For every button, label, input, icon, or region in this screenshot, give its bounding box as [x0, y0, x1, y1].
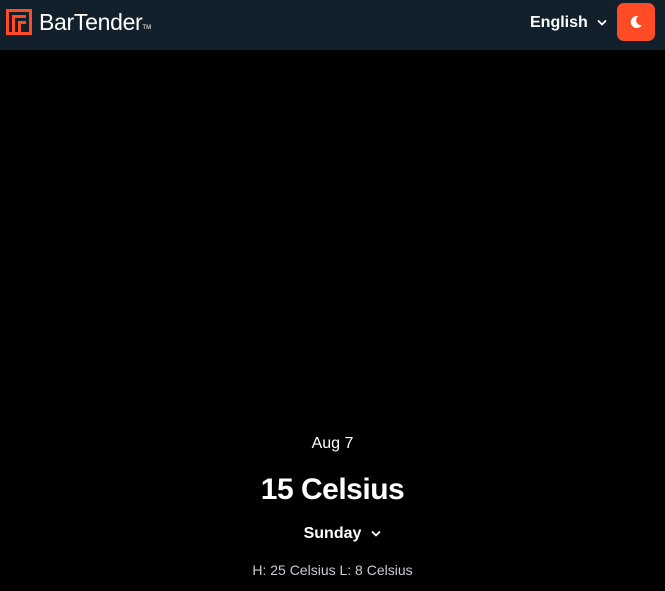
day-label: Sunday	[303, 525, 362, 542]
logo-text: BarTender	[39, 9, 143, 35]
current-temperature: 15 Celsius	[260, 473, 405, 506]
logo-mark-icon	[6, 9, 32, 35]
day-row: Sunday	[0, 523, 665, 545]
theme-toggle-button[interactable]	[617, 3, 655, 41]
top-header: BarTender TM English	[0, 0, 665, 50]
language-selector[interactable]: English	[530, 12, 607, 34]
high-low-temperature: H: 25 Celsius L: 8 Celsius	[252, 562, 413, 578]
trademark-mark: TM	[142, 25, 152, 31]
forecast-date: Aug 7	[311, 435, 354, 452]
language-label: English	[530, 14, 588, 31]
bartender-logo[interactable]: BarTender TM	[6, 9, 151, 35]
chevron-down-icon	[371, 531, 381, 537]
day-selector[interactable]: Sunday	[304, 525, 382, 543]
moon-icon	[630, 16, 642, 29]
chevron-down-icon	[597, 20, 607, 26]
